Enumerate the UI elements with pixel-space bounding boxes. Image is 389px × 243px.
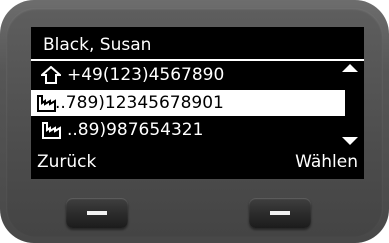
home-icon xyxy=(41,66,61,84)
softkey-back-label: Zurück xyxy=(37,152,97,172)
contact-name-title: Black, Susan xyxy=(43,35,152,55)
minus-icon xyxy=(87,211,107,215)
office-icon xyxy=(37,95,56,112)
list-item-home-number[interactable]: +49(123)4567890 xyxy=(31,62,364,88)
list-item-label: ..789)12345678901 xyxy=(55,93,224,113)
softkey-select-label: Wählen xyxy=(295,152,358,172)
list-item-office-number[interactable]: ..89)987654321 xyxy=(31,117,364,143)
softkey-bar: Zurück Wählen xyxy=(31,146,364,179)
left-softkey-button[interactable] xyxy=(66,198,128,228)
scroll-up-arrow-icon xyxy=(342,64,358,72)
scroll-down-arrow-icon xyxy=(342,137,358,145)
number-list: +49(123)4567890 ..789)12345678901 ..89)9… xyxy=(31,61,364,146)
office-icon xyxy=(42,122,61,139)
minus-icon xyxy=(270,211,290,215)
list-item-label: +49(123)4567890 xyxy=(67,65,225,85)
right-softkey-button[interactable] xyxy=(249,198,311,228)
list-item-office-number-selected[interactable]: ..789)12345678901 xyxy=(31,90,345,116)
list-item-label: ..89)987654321 xyxy=(67,120,204,140)
phone-device: Black, Susan +49(123)4567890 ..789)12345… xyxy=(0,0,389,243)
display-screen: Black, Susan +49(123)4567890 ..789)12345… xyxy=(31,27,364,179)
